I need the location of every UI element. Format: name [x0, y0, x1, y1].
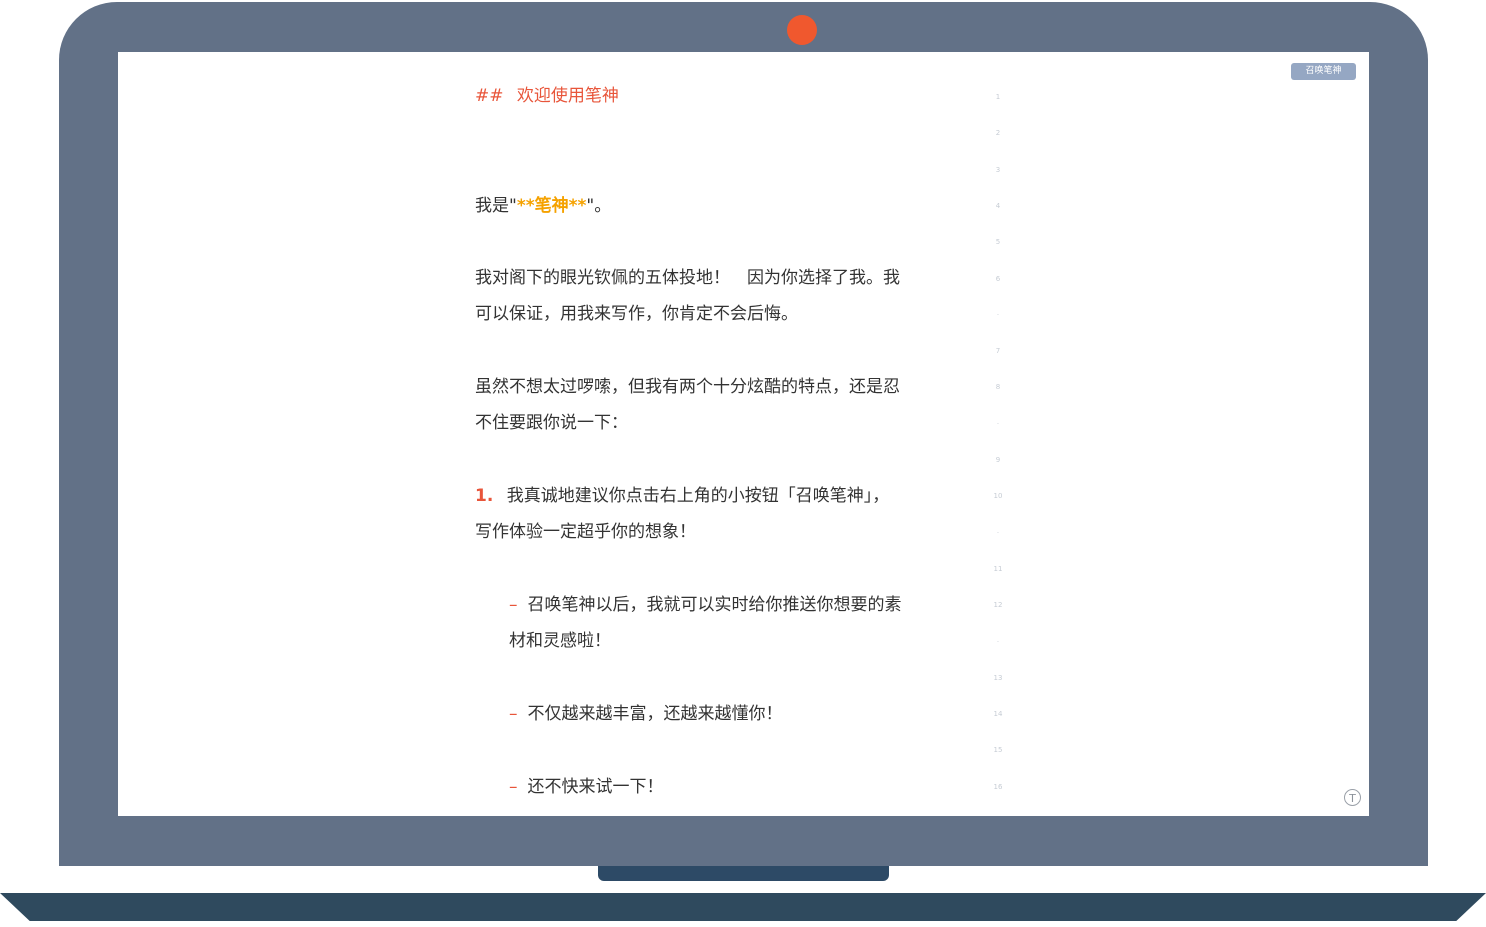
line-number: 13 [993, 673, 1003, 682]
para2-line2: 不住要跟你说一下： [475, 413, 628, 433]
laptop-base [0, 893, 1486, 921]
line-number: 14 [993, 710, 1003, 719]
line-number: 6 [995, 274, 1001, 283]
camera-dot [787, 15, 817, 45]
line-number: · [996, 419, 1000, 428]
para2-line1: 虽然不想太过啰嗦，但我有两个十分炫酷的特点，还是忍 [475, 377, 900, 397]
heading-text: 欢迎使用笔神 [516, 86, 619, 106]
line-number: 9 [995, 456, 1001, 464]
line-number: · [996, 310, 1000, 319]
bullet3-text: 还不快来试一下！ [527, 777, 664, 797]
line-number: 11 [993, 564, 1003, 573]
typewriter-mode-icon[interactable]: T [1344, 789, 1361, 806]
bullet-mark: – [509, 704, 518, 724]
line-number: 15 [993, 746, 1003, 755]
laptop-mockup: 召唤笔神 ## 欢迎使用笔神 我是"**笔神**"。 我对阁下的眼光钦佩的五体投… [0, 0, 1486, 927]
list-line1-text: 我真诚地建议你点击右上角的小按钮「召唤笔神」， [506, 486, 890, 506]
bullet-1-line2: 材和灵感啦！ [509, 631, 611, 651]
line-number: 12 [993, 601, 1003, 610]
intro-line: 我是"**笔神**"。 [475, 194, 611, 218]
laptop-hinge [598, 866, 889, 881]
line-number: 2 [995, 129, 1001, 138]
bullet-mark: – [509, 777, 518, 797]
intro-prefix: 我是" [475, 196, 517, 216]
intro-suffix: "。 [586, 196, 612, 216]
line-number: · [996, 528, 1000, 537]
list-item-1-line2: 写作体验一定超乎你的想象！ [475, 522, 696, 542]
bullet-1-line1: – 召唤笔神以后，我就可以实时给你推送你想要的素 [509, 593, 902, 617]
line-number: 8 [995, 383, 1001, 392]
heading-line: ## 欢迎使用笔神 [475, 84, 619, 108]
list-marker: 1. [475, 486, 494, 506]
list-item-1-line1: 1. 我真诚地建议你点击右上角的小按钮「召唤笔神」， [475, 484, 889, 508]
bullet-3: – 还不快来试一下！ [509, 775, 664, 799]
line-number: 1 [995, 93, 1001, 101]
line-number: 10 [993, 492, 1003, 501]
line-number: 3 [995, 165, 1001, 174]
bullet2-text: 不仅越来越丰富，还越来越懂你！ [527, 704, 783, 724]
bullet-mark: – [509, 595, 518, 615]
para1-line1: 我对阁下的眼光钦佩的五体投地！ 因为你选择了我。我 [475, 268, 900, 288]
intro-bold: **笔神** [516, 196, 587, 216]
editor-screen: 召唤笔神 ## 欢迎使用笔神 我是"**笔神**"。 我对阁下的眼光钦佩的五体投… [118, 52, 1369, 816]
line-number: 16 [993, 782, 1003, 791]
line-number: 4 [995, 201, 1001, 210]
bullet1-line1-text: 召唤笔神以后，我就可以实时给你推送你想要的素 [527, 595, 902, 615]
summon-bishen-button[interactable]: 召唤笔神 [1291, 63, 1356, 80]
bullet-2: – 不仅越来越丰富，还越来越懂你！ [509, 702, 783, 726]
line-number: · [996, 637, 1000, 646]
line-number: 7 [995, 347, 1001, 356]
heading-mark: ## [475, 86, 504, 106]
line-number: 5 [995, 238, 1001, 247]
para1-line2: 可以保证，用我来写作，你肯定不会后悔。 [475, 304, 798, 324]
